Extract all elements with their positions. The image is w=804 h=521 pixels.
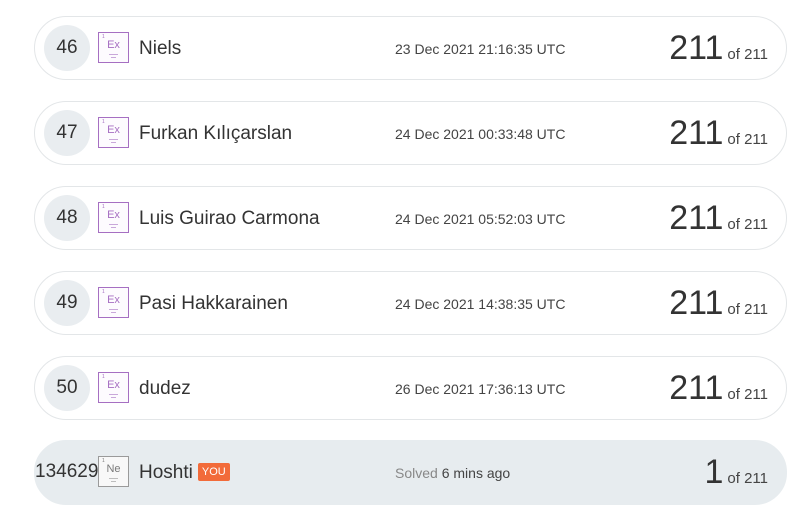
leaderboard-row[interactable]: 46 1 Ex Niels 23 Dec 2021 21:16:35 UTC 2…: [34, 16, 787, 80]
completion-date: 26 Dec 2021 17:36:13 UTC: [395, 381, 566, 397]
leaderboard-row[interactable]: 48 1 Ex Luis Guirao Carmona 24 Dec 2021 …: [34, 186, 787, 250]
score-value: 211: [669, 369, 724, 407]
rank-number: 49: [44, 280, 90, 326]
score-value: 1: [704, 453, 724, 491]
score: 211 of 211: [669, 368, 768, 408]
you-badge: YOU: [197, 463, 230, 481]
rank-number: 48: [44, 195, 90, 241]
completion-date: 24 Dec 2021 00:33:48 UTC: [395, 126, 566, 142]
score-value: 211: [669, 29, 724, 67]
solved-status: Solved 6 mins ago: [395, 465, 510, 481]
score-total: of 211: [727, 470, 768, 487]
element-symbol: Ex: [107, 379, 120, 391]
element-badge-icon: 1 Ne: [98, 456, 129, 487]
score-total: of 211: [727, 386, 768, 403]
user-name[interactable]: Pasi Hakkarainen: [139, 292, 288, 316]
element-badge-icon: 1 Ex: [98, 117, 129, 148]
completion-date: 24 Dec 2021 14:38:35 UTC: [395, 296, 566, 312]
leaderboard: 46 1 Ex Niels 23 Dec 2021 21:16:35 UTC 2…: [0, 0, 804, 521]
score-total: of 211: [727, 46, 768, 63]
score: 211 of 211: [669, 198, 768, 238]
completion-date: 24 Dec 2021 05:52:03 UTC: [395, 211, 566, 227]
user-name[interactable]: Hoshti YOU: [139, 461, 230, 485]
rank-number: 50: [44, 365, 90, 411]
score-value: 211: [669, 114, 724, 152]
element-badge-icon: 1 Ex: [98, 287, 129, 318]
element-symbol: Ex: [107, 124, 120, 136]
leaderboard-row[interactable]: 49 1 Ex Pasi Hakkarainen 24 Dec 2021 14:…: [34, 271, 787, 335]
score: 1 of 211: [704, 452, 768, 492]
element-badge-icon: 1 Ex: [98, 202, 129, 233]
leaderboard-row[interactable]: 47 1 Ex Furkan Kılıçarslan 24 Dec 2021 0…: [34, 101, 787, 165]
score: 211 of 211: [669, 28, 768, 68]
score: 211 of 211: [669, 283, 768, 323]
leaderboard-row[interactable]: 50 1 Ex dudez 26 Dec 2021 17:36:13 UTC 2…: [34, 356, 787, 420]
score-total: of 211: [727, 301, 768, 318]
score-total: of 211: [727, 131, 768, 148]
solved-time: 6 mins ago: [441, 465, 511, 481]
completion-date: 23 Dec 2021 21:16:35 UTC: [395, 41, 566, 57]
element-symbol: Ne: [106, 463, 121, 475]
user-name[interactable]: Luis Guirao Carmona: [139, 207, 320, 231]
score: 211 of 211: [669, 113, 768, 153]
element-symbol: Ex: [107, 294, 120, 306]
user-name[interactable]: Furkan Kılıçarslan: [139, 122, 292, 146]
rank-number: 47: [44, 110, 90, 156]
element-symbol: Ex: [107, 209, 120, 221]
score-total: of 211: [727, 216, 768, 233]
user-name-text[interactable]: Hoshti: [139, 462, 193, 483]
score-value: 211: [669, 199, 724, 237]
user-name[interactable]: dudez: [139, 377, 191, 401]
score-value: 211: [669, 284, 724, 322]
rank-number: 134629: [35, 461, 99, 482]
element-symbol: Ex: [107, 39, 120, 51]
element-badge-icon: 1 Ex: [98, 372, 129, 403]
element-badge-icon: 1 Ex: [98, 32, 129, 63]
solved-label: Solved: [395, 465, 438, 481]
current-user-row[interactable]: 134629 1 Ne Hoshti YOU Solved 6 mins ago …: [34, 440, 787, 505]
user-name[interactable]: Niels: [139, 37, 181, 61]
rank-number: 46: [44, 25, 90, 71]
